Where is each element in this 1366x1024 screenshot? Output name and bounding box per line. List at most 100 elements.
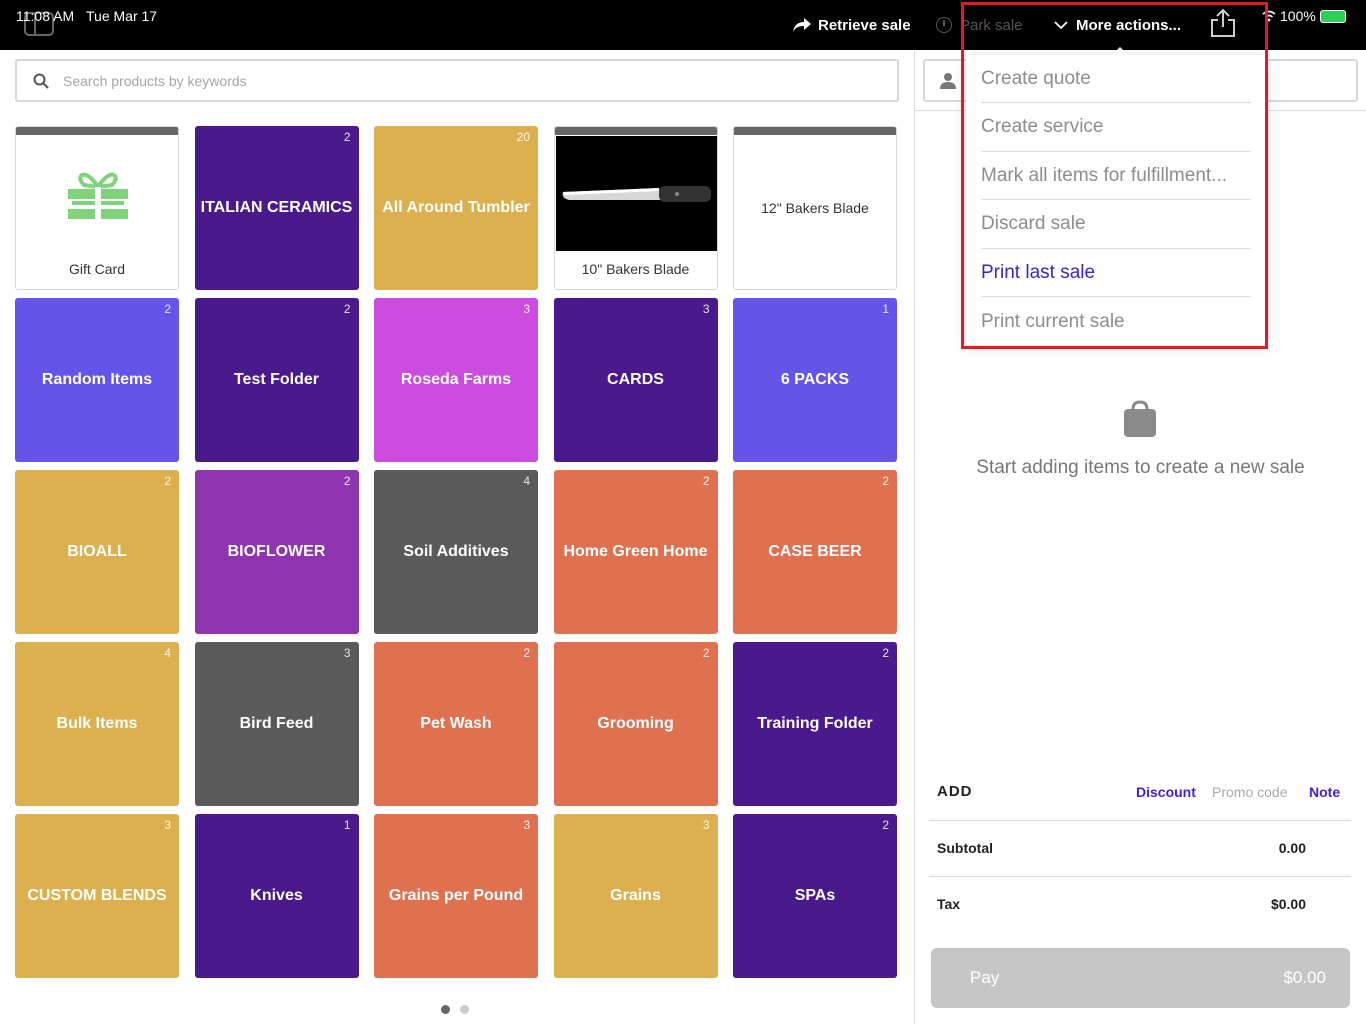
more-actions-menu: Create quote Create service Mark all items… xyxy=(966,47,1266,346)
clock-icon xyxy=(936,17,952,33)
add-divider xyxy=(929,820,1351,821)
tile-label: 12" Bakers Blade xyxy=(761,200,869,216)
retrieve-sale-button[interactable]: Retrieve sale xyxy=(792,14,911,36)
empty-sale-message: Start adding items to create a new sale xyxy=(976,457,1305,478)
menu-item[interactable]: Print current sale xyxy=(981,298,1251,346)
product-tile[interactable]: 3 Bird Feed xyxy=(194,642,359,806)
tile-count-badge: 20 xyxy=(516,130,530,144)
product-tile[interactable]: 1 6 PACKS xyxy=(733,298,897,462)
page-dot-2[interactable] xyxy=(460,1005,469,1014)
tile-label: Bulk Items xyxy=(56,715,138,732)
knife-product-image xyxy=(555,136,717,251)
battery-status: 100% xyxy=(1262,8,1346,24)
tile-count-badge: 2 xyxy=(164,474,171,488)
search-input[interactable] xyxy=(63,61,883,100)
discount-link[interactable]: Discount xyxy=(1136,784,1196,800)
add-label: ADD xyxy=(937,783,973,800)
tile-top-strip xyxy=(734,127,896,135)
tile-label: SPAs xyxy=(794,887,836,904)
page-indicator[interactable] xyxy=(441,1005,469,1014)
product-tile[interactable]: 2 ITALIAN CERAMICS xyxy=(194,126,359,290)
tile-count-badge: 3 xyxy=(702,818,710,832)
tile-label: Knives xyxy=(250,887,303,904)
tax-value: $0.00 xyxy=(1270,896,1306,912)
status-time: 11:08 AM xyxy=(16,8,75,24)
top-bar: 11:08 AM Tue Mar 17 Retrieve sale Park s… xyxy=(0,0,1366,50)
product-tile[interactable]: 2 Home Green Home xyxy=(553,470,718,634)
park-sale-label: Park sale xyxy=(960,16,1023,34)
product-tile[interactable]: 4 Soil Additives xyxy=(374,470,538,634)
menu-item[interactable]: Mark all items for fulfillment... xyxy=(981,152,1251,200)
search-icon xyxy=(33,73,49,89)
tile-count-badge: 3 xyxy=(164,818,171,832)
subtotal-divider xyxy=(929,876,1351,877)
menu-item[interactable]: Print last sale xyxy=(981,249,1251,297)
note-link[interactable]: Note xyxy=(1309,784,1340,800)
tile-count-badge: 3 xyxy=(343,646,351,660)
tile-count-badge: 2 xyxy=(882,474,889,488)
product-tile[interactable]: 3 Roseda Farms xyxy=(374,298,538,462)
tile-count-badge: 3 xyxy=(702,302,710,316)
subtotal-value: 0.00 xyxy=(1278,840,1306,856)
tile-label: 6 PACKS xyxy=(780,371,850,388)
menu-item[interactable]: Discard sale xyxy=(981,201,1251,249)
tile-label: CUSTOM BLENDS xyxy=(27,887,167,904)
promo-code-link[interactable]: Promo code xyxy=(1212,784,1287,800)
tile-count-badge: 2 xyxy=(702,474,710,488)
product-tile[interactable]: 2 BIOALL xyxy=(15,470,179,634)
product-tile[interactable]: 10" Bakers Blade xyxy=(553,126,718,290)
search-bar[interactable] xyxy=(15,59,899,102)
more-actions-button[interactable]: More actions... xyxy=(1054,14,1181,36)
product-tile[interactable]: 2 BIOFLOWER xyxy=(194,470,359,634)
product-tile[interactable]: 2 Training Folder xyxy=(733,642,897,806)
product-tile[interactable]: 2 Pet Wash xyxy=(374,642,538,806)
share-icon[interactable] xyxy=(1210,8,1236,38)
panel-divider xyxy=(914,50,915,1024)
product-tile[interactable]: 2 Random Items xyxy=(15,298,179,462)
gift-icon xyxy=(68,172,128,219)
tile-label: Random Items xyxy=(41,371,153,388)
product-tile[interactable]: 1 Knives xyxy=(194,814,359,978)
tile-label: ITALIAN CERAMICS xyxy=(200,199,353,216)
product-tile[interactable]: 2 Test Folder xyxy=(194,298,359,462)
subtotal-label: Subtotal xyxy=(937,840,993,856)
tile-count-badge: 4 xyxy=(523,474,530,488)
tile-label: BIOFLOWER xyxy=(227,543,326,560)
chevron-down-icon xyxy=(1054,21,1068,30)
status-date: Tue Mar 17 xyxy=(86,8,158,24)
tile-label: Bird Feed xyxy=(239,715,314,732)
tile-top-strip xyxy=(16,127,178,135)
product-tile[interactable]: 20 All Around Tumbler xyxy=(374,126,538,290)
park-sale-button[interactable]: Park sale xyxy=(936,14,1023,36)
menu-item[interactable]: Create quote xyxy=(981,55,1251,103)
share-arrow-icon xyxy=(793,18,811,32)
tile-count-badge: 1 xyxy=(343,818,351,832)
tile-label: Training Folder xyxy=(757,715,873,732)
menu-item[interactable]: Create service xyxy=(981,104,1251,152)
product-tile[interactable]: 3 Grains xyxy=(553,814,718,978)
product-tile[interactable]: 2 Grooming xyxy=(553,642,718,806)
product-tile[interactable]: 3 Grains per Pound xyxy=(374,814,538,978)
tile-label: CARDS xyxy=(607,371,664,388)
tile-count-badge: 2 xyxy=(164,302,171,316)
tile-label: All Around Tumbler xyxy=(382,199,530,216)
product-tile[interactable]: 4 Bulk Items xyxy=(15,642,179,806)
tile-label: Test Folder xyxy=(233,371,320,388)
pay-button[interactable]: Pay $0.00 xyxy=(931,948,1350,1008)
tile-count-badge: 2 xyxy=(343,474,351,488)
product-tile[interactable]: 2 CASE BEER xyxy=(733,470,897,634)
person-icon xyxy=(940,73,956,89)
tile-count-badge: 2 xyxy=(702,646,710,660)
shopping-bag-icon xyxy=(1124,400,1156,437)
battery-percent: 100% xyxy=(1280,8,1316,24)
tile-count-badge: 1 xyxy=(882,302,889,316)
retrieve-sale-label: Retrieve sale xyxy=(818,16,911,34)
product-tile[interactable]: Gift Card xyxy=(15,126,179,290)
product-tile[interactable]: 3 CARDS xyxy=(553,298,718,462)
page-dot-1[interactable] xyxy=(441,1005,450,1014)
tile-count-badge: 2 xyxy=(882,818,889,832)
pay-amount: $0.00 xyxy=(1283,968,1326,987)
product-tile[interactable]: 12" Bakers Blade xyxy=(733,126,897,290)
product-tile[interactable]: 3 CUSTOM BLENDS xyxy=(15,814,179,978)
product-tile[interactable]: 2 SPAs xyxy=(733,814,897,978)
